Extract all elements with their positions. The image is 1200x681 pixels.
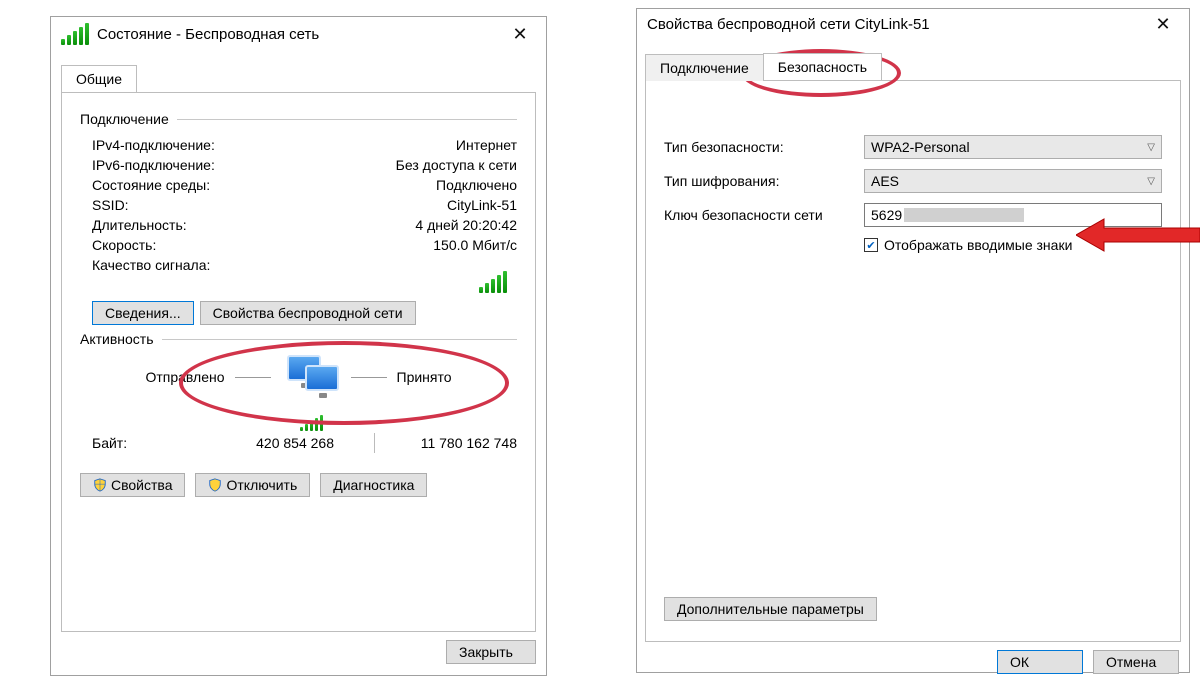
advanced-settings-button[interactable]: Дополнительные параметры <box>664 597 877 621</box>
encryption-type-select[interactable]: AES ▽ <box>864 169 1162 193</box>
show-characters-row: ✔ Отображать вводимые знаки <box>864 237 1162 253</box>
tab-panel-general: Подключение IPv4-подключение: Интернет IP… <box>61 92 536 632</box>
bytes-label: Байт: <box>92 435 202 451</box>
ipv6-value: Без доступа к сети <box>396 157 517 173</box>
disable-button[interactable]: Отключить <box>195 473 310 497</box>
ipv4-value: Интернет <box>456 137 517 153</box>
security-type-label: Тип безопасности: <box>664 139 864 155</box>
wireless-properties-button[interactable]: Свойства беспроводной сети <box>200 301 416 325</box>
network-key-visible-part: 5629 <box>871 207 902 223</box>
ok-button[interactable]: ОК <box>997 650 1083 674</box>
properties-button-label: Свойства <box>111 477 172 493</box>
encryption-type-label: Тип шифрования: <box>664 173 864 189</box>
wifi-status-dialog: Состояние - Беспроводная сеть ✕ Общие По… <box>50 16 547 676</box>
titlebar: Состояние - Беспроводная сеть ✕ <box>51 17 546 51</box>
duration-label: Длительность: <box>92 217 187 233</box>
close-icon[interactable]: ✕ <box>1145 10 1181 38</box>
security-type-value: WPA2-Personal <box>871 139 970 155</box>
dialog-title: Состояние - Беспроводная сеть <box>97 26 502 43</box>
ssid-label: SSID: <box>92 197 129 213</box>
tab-panel-security: Тип безопасности: WPA2-Personal ▽ Тип ши… <box>645 80 1181 642</box>
field-network-key: Ключ безопасности сети 5629 <box>664 203 1162 227</box>
network-key-masked-part <box>904 208 1024 222</box>
activity-area: Отправлено Принято Байт: 420 854 268 11 … <box>80 355 517 453</box>
ipv6-label: IPv6-подключение: <box>92 157 215 173</box>
speed-value: 150.0 Мбит/с <box>433 237 517 253</box>
row-ssid: SSID: CityLink-51 <box>80 195 517 215</box>
row-speed: Скорость: 150.0 Мбит/с <box>80 235 517 255</box>
details-button[interactable]: Сведения... <box>92 301 194 325</box>
show-characters-label: Отображать вводимые знаки <box>884 237 1072 253</box>
wifi-signal-icon <box>61 23 89 45</box>
tab-strip: Подключение Безопасность <box>637 39 1189 80</box>
titlebar: Свойства беспроводной сети CityLink-51 ✕ <box>637 9 1189 39</box>
signal-strength-icon <box>479 271 507 293</box>
disable-button-label: Отключить <box>226 477 297 493</box>
row-media: Состояние среды: Подключено <box>80 175 517 195</box>
media-value: Подключено <box>436 177 517 193</box>
group-activity-label: Активность <box>80 331 162 347</box>
encryption-type-value: AES <box>871 173 899 189</box>
ipv4-label: IPv4-подключение: <box>92 137 215 153</box>
tab-general[interactable]: Общие <box>61 65 137 92</box>
row-ipv6: IPv6-подключение: Без доступа к сети <box>80 155 517 175</box>
sent-label: Отправлено <box>145 369 224 385</box>
ssid-value: CityLink-51 <box>447 197 517 213</box>
chevron-down-icon: ▽ <box>1147 142 1155 153</box>
diagnose-button[interactable]: Диагностика <box>320 473 427 497</box>
tab-security[interactable]: Безопасность <box>763 53 882 80</box>
tab-strip: Общие <box>51 51 546 92</box>
network-key-label: Ключ безопасности сети <box>664 207 864 223</box>
row-ipv4: IPv4-подключение: Интернет <box>80 135 517 155</box>
duration-value: 4 дней 20:20:42 <box>415 217 517 233</box>
close-icon[interactable]: ✕ <box>502 20 538 48</box>
security-type-select[interactable]: WPA2-Personal ▽ <box>864 135 1162 159</box>
group-connection-label: Подключение <box>80 111 177 127</box>
monitors-icon <box>281 355 341 399</box>
media-label: Состояние среды: <box>92 177 210 193</box>
wifi-properties-dialog: Свойства беспроводной сети CityLink-51 ✕… <box>636 8 1190 673</box>
bytes-sent-value: 420 854 268 <box>202 435 364 451</box>
close-button[interactable]: Закрыть <box>446 640 536 664</box>
bytes-received-value: 11 780 162 748 <box>385 435 517 451</box>
properties-button[interactable]: Свойства <box>80 473 185 497</box>
chevron-down-icon: ▽ <box>1147 176 1155 187</box>
shield-icon <box>93 478 107 492</box>
tab-connection[interactable]: Подключение <box>645 54 764 81</box>
show-characters-checkbox[interactable]: ✔ <box>864 238 878 252</box>
cancel-button[interactable]: Отмена <box>1093 650 1179 674</box>
speed-label: Скорость: <box>92 237 156 253</box>
field-encryption-type: Тип шифрования: AES ▽ <box>664 169 1162 193</box>
activity-signal-icon <box>300 415 323 431</box>
network-key-input[interactable]: 5629 <box>864 203 1162 227</box>
group-activity-header: Активность <box>80 331 517 347</box>
row-duration: Длительность: 4 дней 20:20:42 <box>80 215 517 235</box>
received-label: Принято <box>397 369 452 385</box>
dialog-title: Свойства беспроводной сети CityLink-51 <box>647 16 1145 33</box>
signal-label: Качество сигнала: <box>92 257 210 273</box>
field-security-type: Тип безопасности: WPA2-Personal ▽ <box>664 135 1162 159</box>
group-connection-header: Подключение <box>80 111 517 127</box>
shield-icon <box>208 478 222 492</box>
